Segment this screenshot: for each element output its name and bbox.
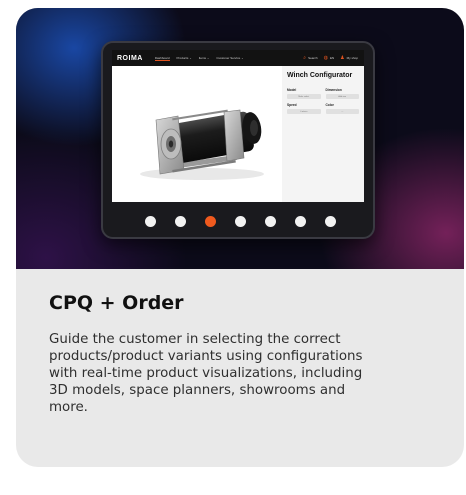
option-label: Dimension [325,88,342,92]
search-icon: ⌕ [303,55,307,61]
search-button[interactable]: ⌕ Search [303,55,317,61]
carousel-dot[interactable] [234,215,246,227]
color-select[interactable]: — [325,109,359,114]
carousel-dot[interactable] [264,215,276,227]
option-model: Model Make select [287,88,321,99]
product-3d-viewer[interactable] [112,66,282,202]
option-label: Color [325,103,334,107]
configurator-title: Winch Configurator [287,72,353,79]
language-label: EN [330,56,335,60]
carousel-dot[interactable] [294,215,306,227]
winch-model-image [140,109,264,180]
carousel-pagination [103,214,377,228]
nav-item-items[interactable]: Items ⌄ [199,56,210,60]
option-dimension: Dimension Add size [325,88,359,99]
option-label: Model [287,88,297,92]
configurator-options: Model Make select Dimension Add size Spe… [287,88,359,114]
configurator-panel: Winch Configurator Model Make select Dim… [282,66,364,202]
language-button[interactable]: ◍ EN [324,55,335,61]
card-title: CPQ + Order [49,292,184,314]
app-logo: ROIMA [117,54,143,62]
carousel-dot[interactable] [324,215,336,227]
feature-card: ROIMA Dashboard Products ⌄ Items ⌄ Custo… [16,8,464,467]
nav-item-customer-service[interactable]: Customer Service ⌄ [216,56,243,60]
nav-item-dashboard[interactable]: Dashboard [154,56,170,61]
nav-item-products[interactable]: Products ⌄ [177,56,192,60]
card-description: Guide the customer in selecting the corr… [49,332,363,415]
option-label: Speed [287,103,297,107]
carousel-dot[interactable] [144,215,156,227]
carousel-dot[interactable] [204,215,216,227]
model-select[interactable]: Make select [287,94,321,99]
app-utilities: ⌕ Search ◍ EN ♟ My shop [297,55,358,61]
card-content: CPQ + Order Guide the customer in select… [49,292,449,416]
tablet-mockup: ROIMA Dashboard Products ⌄ Items ⌄ Custo… [101,41,375,239]
tablet-screen: ROIMA Dashboard Products ⌄ Items ⌄ Custo… [112,50,364,202]
account-label: My shop [346,56,358,60]
speed-select[interactable]: 0 m/min [287,109,321,114]
hero-image: ROIMA Dashboard Products ⌄ Items ⌄ Custo… [16,8,464,269]
globe-icon: ◍ [323,55,328,61]
dimension-select[interactable]: Add size [325,94,359,99]
option-speed: Speed 0 m/min [287,103,321,114]
carousel-dot[interactable] [174,215,186,227]
search-label: Search [308,56,318,60]
account-button[interactable]: ♟ My shop [340,55,358,61]
user-icon: ♟ [340,55,345,61]
app-top-bar: ROIMA Dashboard Products ⌄ Items ⌄ Custo… [112,50,364,66]
option-color: Color — [325,103,359,114]
